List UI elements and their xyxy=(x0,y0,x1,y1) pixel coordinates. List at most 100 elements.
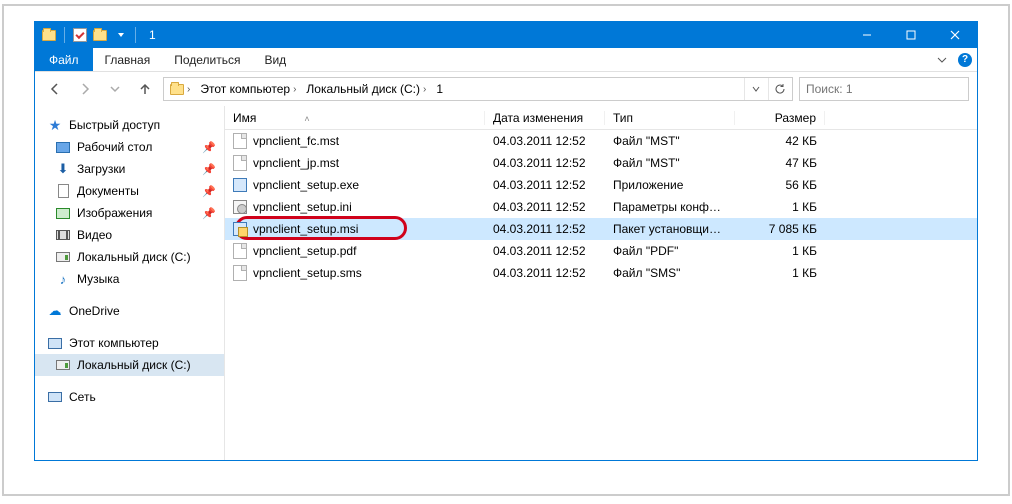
downloads-icon: ⬇ xyxy=(55,161,71,177)
nav-desktop[interactable]: Рабочий стол📌 xyxy=(35,136,224,158)
file-row[interactable]: vpnclient_setup.exe04.03.2011 12:52Прило… xyxy=(225,174,977,196)
drive-icon xyxy=(55,249,71,265)
file-file-icon xyxy=(233,155,247,171)
file-row[interactable]: vpnclient_jp.mst04.03.2011 12:52Файл "MS… xyxy=(225,152,977,174)
help-button[interactable]: ? xyxy=(953,48,977,71)
ribbon-view-tab[interactable]: Вид xyxy=(252,48,298,71)
file-row[interactable]: vpnclient_setup.msi 04.03.2011 12:52Пакет… xyxy=(225,218,977,240)
ribbon-expand-button[interactable] xyxy=(931,48,953,71)
file-list[interactable]: Имя˄ Дата изменения Тип Размер vpnclient… xyxy=(225,106,977,460)
pin-icon: 📌 xyxy=(202,185,216,198)
file-size: 56 КБ xyxy=(735,178,825,192)
drive-icon xyxy=(55,357,71,373)
file-type: Файл "MST" xyxy=(605,156,735,170)
exe-file-icon xyxy=(233,178,247,192)
minimize-button[interactable] xyxy=(845,22,889,48)
quick-access-icon: ★ xyxy=(47,117,63,133)
explorer-window: 1 Файл Главная Поделиться Вид ? › Этот к… xyxy=(34,21,978,461)
nav-back-button[interactable] xyxy=(43,77,67,101)
nav-recent-button[interactable] xyxy=(103,77,127,101)
window-title: 1 xyxy=(149,28,156,42)
navigation-pane[interactable]: ★Быстрый доступ Рабочий стол📌 ⬇Загрузки📌… xyxy=(35,106,225,460)
file-row[interactable]: vpnclient_setup.sms04.03.2011 12:52Файл … xyxy=(225,262,977,284)
file-size: 47 КБ xyxy=(735,156,825,170)
nav-quick-access[interactable]: ★Быстрый доступ xyxy=(35,114,224,136)
title-bar[interactable]: 1 xyxy=(35,22,977,48)
ribbon-home-tab[interactable]: Главная xyxy=(93,48,163,71)
file-type: Файл "MST" xyxy=(605,134,735,148)
file-type: Пакет установщи… xyxy=(605,222,735,236)
network-icon xyxy=(47,389,63,405)
nav-network[interactable]: Сеть xyxy=(35,386,224,408)
file-size: 7 085 КБ xyxy=(735,222,825,236)
nav-documents[interactable]: Документы📌 xyxy=(35,180,224,202)
sort-asc-icon: ˄ xyxy=(304,114,309,124)
nav-local-disk[interactable]: Локальный диск (С:) xyxy=(35,246,224,268)
videos-icon xyxy=(55,227,71,243)
ini-file-icon xyxy=(233,200,247,214)
desktop-icon xyxy=(55,139,71,155)
nav-pictures[interactable]: Изображения📌 xyxy=(35,202,224,224)
ribbon: Файл Главная Поделиться Вид ? xyxy=(35,48,977,72)
file-row[interactable]: vpnclient_fc.mst 04.03.2011 12:52Файл "MS… xyxy=(225,130,977,152)
nav-videos[interactable]: Видео xyxy=(35,224,224,246)
nav-music[interactable]: ♪Музыка xyxy=(35,268,224,290)
breadcrumb-folder[interactable]: 1 xyxy=(436,82,443,96)
breadcrumb-drive[interactable]: Локальный диск (C:) xyxy=(306,82,420,96)
column-date[interactable]: Дата изменения xyxy=(485,111,605,125)
search-input[interactable] xyxy=(806,82,961,96)
column-headers: Имя˄ Дата изменения Тип Размер xyxy=(225,106,977,130)
msi-file-icon xyxy=(233,222,247,236)
chevron-right-icon[interactable]: › xyxy=(187,84,190,95)
file-name: vpnclient_setup.msi xyxy=(253,222,358,236)
qat-dropdown-icon[interactable] xyxy=(112,27,128,43)
pin-icon: 📌 xyxy=(202,141,216,154)
file-row[interactable]: vpnclient_setup.ini04.03.2011 12:52Парам… xyxy=(225,196,977,218)
folder-icon xyxy=(170,84,184,95)
nav-onedrive[interactable]: ☁OneDrive xyxy=(35,300,224,322)
music-icon: ♪ xyxy=(55,271,71,287)
file-name: vpnclient_jp.mst xyxy=(253,156,339,170)
column-size[interactable]: Размер xyxy=(735,111,825,125)
file-row[interactable]: vpnclient_setup.pdf04.03.2011 12:52Файл … xyxy=(225,240,977,262)
file-size: 1 КБ xyxy=(735,200,825,214)
ribbon-share-tab[interactable]: Поделиться xyxy=(162,48,252,71)
file-name: vpnclient_setup.pdf xyxy=(253,244,356,258)
close-button[interactable] xyxy=(933,22,977,48)
nav-forward-button[interactable] xyxy=(73,77,97,101)
breadcrumb-pc[interactable]: Этот компьютер xyxy=(200,82,290,96)
nav-downloads[interactable]: ⬇Загрузки📌 xyxy=(35,158,224,180)
pin-icon: 📌 xyxy=(202,163,216,176)
file-date: 04.03.2011 12:52 xyxy=(485,222,605,236)
nav-local-disk-2[interactable]: Локальный диск (С:) xyxy=(35,354,224,376)
navigation-bar: › Этот компьютер› Локальный диск (C:)› 1 xyxy=(35,72,977,106)
file-name: vpnclient_setup.exe xyxy=(253,178,359,192)
column-name[interactable]: Имя˄ xyxy=(225,111,485,125)
pictures-icon xyxy=(55,205,71,221)
file-date: 04.03.2011 12:52 xyxy=(485,134,605,148)
chevron-right-icon[interactable]: › xyxy=(293,84,296,95)
refresh-button[interactable] xyxy=(768,78,790,100)
qat-properties-icon[interactable] xyxy=(72,27,88,43)
file-file-icon xyxy=(233,265,247,281)
address-bar[interactable]: › Этот компьютер› Локальный диск (C:)› 1 xyxy=(163,77,793,101)
file-type: Файл "PDF" xyxy=(605,244,735,258)
ribbon-file-tab[interactable]: Файл xyxy=(35,48,93,71)
file-name: vpnclient_setup.ini xyxy=(253,200,352,214)
cloud-icon: ☁ xyxy=(47,303,63,319)
file-size: 1 КБ xyxy=(735,244,825,258)
address-dropdown-button[interactable] xyxy=(744,78,766,100)
file-name: vpnclient_fc.mst xyxy=(253,134,339,148)
chevron-right-icon[interactable]: › xyxy=(423,84,426,95)
file-date: 04.03.2011 12:52 xyxy=(485,200,605,214)
pin-icon: 📌 xyxy=(202,207,216,220)
file-type: Приложение xyxy=(605,178,735,192)
file-file-icon xyxy=(233,133,247,149)
nav-up-button[interactable] xyxy=(133,77,157,101)
column-type[interactable]: Тип xyxy=(605,111,735,125)
maximize-button[interactable] xyxy=(889,22,933,48)
nav-this-pc[interactable]: Этот компьютер xyxy=(35,332,224,354)
qat-newfolder-icon[interactable] xyxy=(92,27,108,43)
file-size: 42 КБ xyxy=(735,134,825,148)
search-box[interactable] xyxy=(799,77,969,101)
